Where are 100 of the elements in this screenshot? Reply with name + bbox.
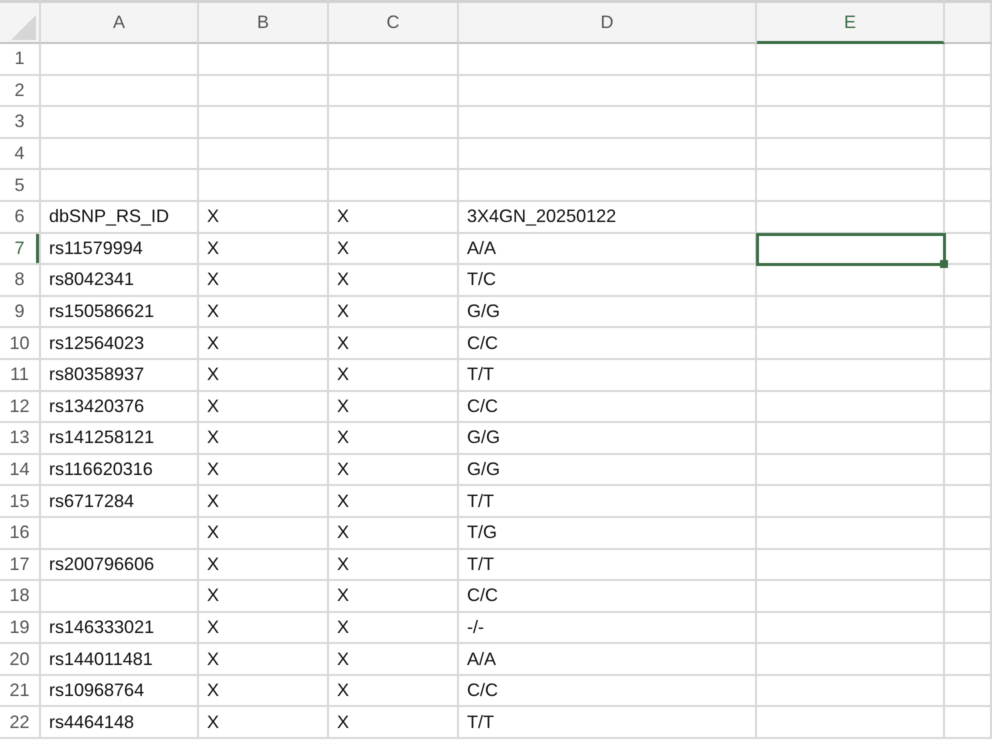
table-cell: rs8042341 [41, 265, 199, 297]
table-cell: rs6717284 [41, 486, 199, 518]
table-cell: rs13420376 [41, 392, 199, 424]
table-cell: T/G [459, 518, 757, 550]
row-header[interactable]: 15 [0, 486, 41, 518]
table-cell: X [329, 392, 459, 424]
table-cell: X [199, 296, 329, 328]
table-cell [945, 676, 992, 708]
table-cell [945, 265, 992, 297]
table-cell: G/G [459, 454, 757, 486]
table-cell: C/C [459, 676, 757, 708]
table-cell: X [199, 707, 329, 740]
table-cell: X [329, 581, 459, 613]
table-cell [945, 360, 992, 392]
row-header[interactable]: 7 [0, 234, 41, 266]
row-header[interactable]: 22 [0, 707, 41, 740]
row-header[interactable]: 17 [0, 550, 41, 582]
table-cell: X [199, 392, 329, 424]
table-cell: rs80358937 [41, 360, 199, 392]
table-cell: X [199, 328, 329, 360]
row-header[interactable]: 19 [0, 612, 41, 644]
row-header[interactable]: 1 [0, 44, 41, 76]
table-cell: A/A [459, 644, 757, 676]
table-cell: X [329, 296, 459, 328]
table-cell [945, 44, 992, 76]
table-cell: X [329, 676, 459, 708]
column-header[interactable] [945, 3, 992, 44]
row-header[interactable]: 2 [0, 76, 41, 108]
table-cell: X [329, 486, 459, 518]
triangle-icon [8, 12, 36, 40]
row-header[interactable]: 11 [0, 360, 41, 392]
column-header[interactable]: B [199, 3, 329, 44]
table-cell [945, 76, 992, 108]
table-cell: G/G [459, 423, 757, 455]
row-header[interactable]: 12 [0, 392, 41, 424]
row-header[interactable]: 4 [0, 138, 41, 170]
table-cell: X [199, 486, 329, 518]
table-cell [945, 454, 992, 486]
active-cell[interactable] [757, 234, 945, 266]
table-cell: X [199, 612, 329, 644]
table-cell [945, 296, 992, 328]
table-cell [945, 107, 992, 139]
table-cell: X [199, 550, 329, 582]
row-header[interactable]: 5 [0, 170, 41, 202]
column-header[interactable]: D [459, 3, 757, 44]
table-cell: T/C [459, 265, 757, 297]
table-cell: rs146333021 [41, 612, 199, 644]
table-cell [945, 486, 992, 518]
table-cell: X [199, 423, 329, 455]
table-cell: X [329, 644, 459, 676]
row-header[interactable]: 13 [0, 423, 41, 455]
table-cell: C/C [459, 392, 757, 424]
table-cell: A/A [459, 234, 757, 266]
table-cell [945, 170, 992, 202]
row-header[interactable]: 21 [0, 676, 41, 708]
table-cell: rs144011481 [41, 644, 199, 676]
table-cell: 3X4GN_20250122 [459, 202, 757, 234]
table-cell [945, 392, 992, 424]
table-cell [945, 138, 992, 170]
table-cell: X [329, 518, 459, 550]
table-cell [945, 202, 992, 234]
table-cell [945, 644, 992, 676]
table-cell: X [329, 707, 459, 740]
table-cell: rs150586621 [41, 296, 199, 328]
select-all-button[interactable] [0, 3, 41, 44]
row-header[interactable]: 8 [0, 265, 41, 297]
table-cell: X [199, 644, 329, 676]
column-header[interactable]: C [329, 3, 459, 44]
row-header[interactable]: 9 [0, 296, 41, 328]
table-cell: X [199, 676, 329, 708]
row-header[interactable]: 14 [0, 454, 41, 486]
column-header[interactable]: E [757, 3, 945, 44]
table-cell: X [329, 454, 459, 486]
table-cell [945, 707, 992, 740]
table-cell: X [199, 234, 329, 266]
row-header[interactable]: 18 [0, 581, 41, 613]
table-cell [945, 550, 992, 582]
table-cell [945, 423, 992, 455]
row-header[interactable]: 20 [0, 644, 41, 676]
table-cell: X [199, 518, 329, 550]
table-cell: rs4464148 [41, 707, 199, 740]
table-cell: X [199, 202, 329, 234]
table-cell: X [329, 328, 459, 360]
row-header[interactable]: 6 [0, 202, 41, 234]
column-header[interactable]: A [41, 3, 199, 44]
row-header[interactable]: 16 [0, 518, 41, 550]
table-cell: X [329, 360, 459, 392]
table-cell: X [329, 265, 459, 297]
table-cell [945, 328, 992, 360]
table-cell [945, 581, 992, 613]
table-cell: T/T [459, 707, 757, 740]
table-cell: rs12564023 [41, 328, 199, 360]
table-cell: rs11579994 [41, 234, 199, 266]
table-cell [945, 612, 992, 644]
table-cell: dbSNP_RS_ID [41, 202, 199, 234]
row-header[interactable]: 3 [0, 107, 41, 139]
table-cell: X [199, 454, 329, 486]
table-cell: X [199, 360, 329, 392]
table-cell: rs10968764 [41, 676, 199, 708]
row-header[interactable]: 10 [0, 328, 41, 360]
